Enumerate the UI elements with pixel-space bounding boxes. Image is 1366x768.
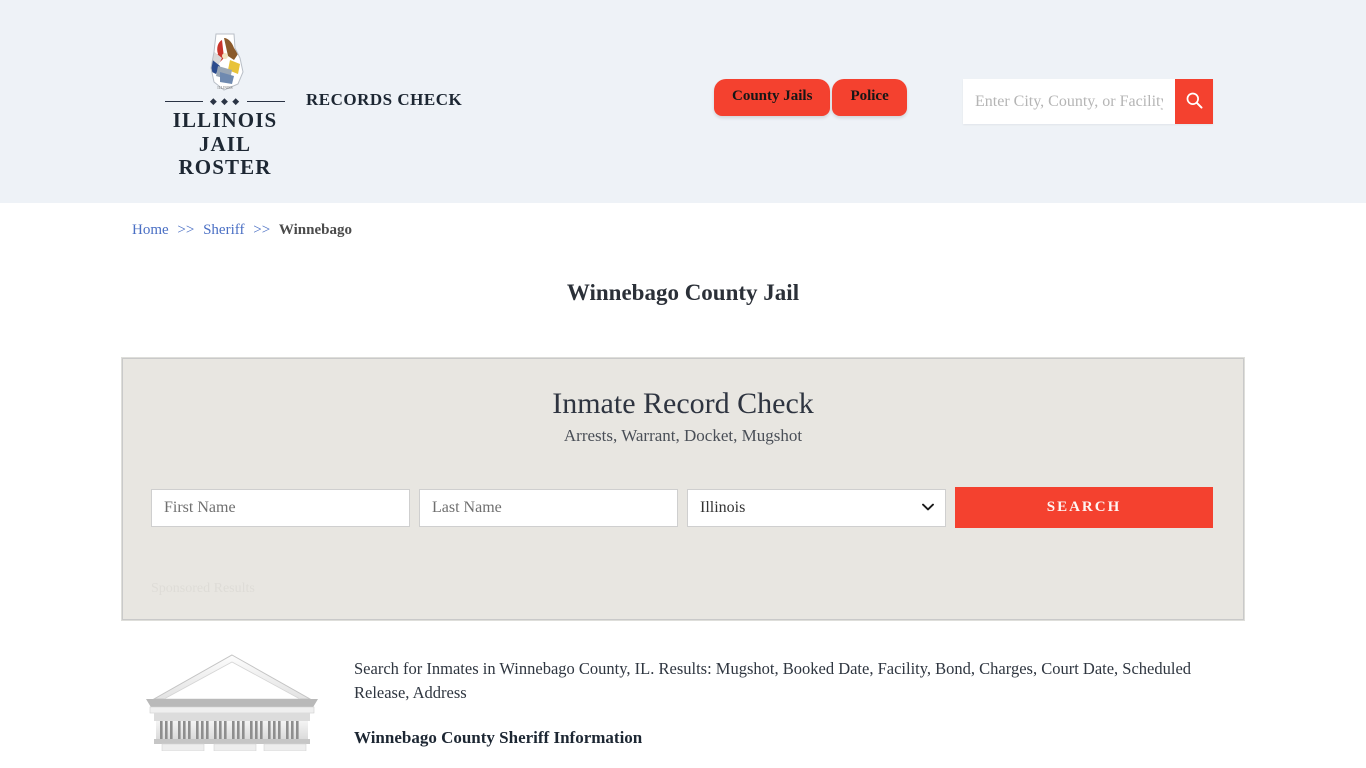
breadcrumb: Home >> Sheriff >> Winnebago bbox=[123, 203, 1243, 239]
panel-title: Inmate Record Check bbox=[552, 387, 814, 420]
last-name-input[interactable] bbox=[419, 488, 678, 527]
breadcrumb-item-sheriff[interactable]: Sheriff bbox=[203, 222, 244, 238]
logo-line-jail-roster: JAIL ROSTER bbox=[178, 131, 272, 180]
header-search-input[interactable] bbox=[963, 79, 1175, 124]
breadcrumb-item-current: Winnebago bbox=[278, 222, 352, 238]
logo-line-illinois: ILLINOIS bbox=[172, 108, 278, 132]
svg-text:ILLINOIS: ILLINOIS bbox=[217, 86, 232, 90]
courthouse-illustration bbox=[132, 649, 332, 756]
county-info-text: Search for Inmates in Winnebago County, … bbox=[354, 649, 1243, 756]
nav-tab-police[interactable]: Police bbox=[832, 79, 907, 116]
site-header: ILLINOIS ◆ ◆ ◆ ILLINOIS JAIL ROSTER RECO… bbox=[0, 0, 1366, 203]
panel-subtitle: Arrests, Warrant, Docket, Mugshot bbox=[563, 426, 803, 445]
header-tagline: RECORDS CHECK bbox=[306, 90, 463, 109]
header-inner: ILLINOIS ◆ ◆ ◆ ILLINOIS JAIL ROSTER RECO… bbox=[123, 0, 1243, 203]
state-select-wrapper: Illinois bbox=[687, 488, 946, 527]
county-description: Search for Inmates in Winnebago County, … bbox=[354, 659, 1192, 703]
logo-divider-ornament: ◆ ◆ ◆ bbox=[165, 96, 285, 106]
sheriff-info-heading: Winnebago County Sheriff Information bbox=[354, 727, 643, 747]
header-search bbox=[963, 79, 1213, 124]
inmate-search-button[interactable]: SEARCH bbox=[955, 487, 1213, 528]
header-search-button[interactable] bbox=[1175, 79, 1213, 124]
page-title: Winnebago County Jail bbox=[566, 280, 800, 305]
search-icon bbox=[1185, 91, 1204, 113]
state-select[interactable]: Illinois bbox=[687, 488, 946, 527]
inmate-search-form: Illinois SEARCH bbox=[151, 487, 1215, 528]
breadcrumb-separator: >> bbox=[177, 222, 195, 238]
inmate-record-check-panel: Inmate Record Check Arrests, Warrant, Do… bbox=[121, 357, 1245, 621]
sponsored-results-label: Sponsored Results bbox=[151, 581, 255, 596]
breadcrumb-separator: >> bbox=[253, 222, 271, 238]
county-info-section: Search for Inmates in Winnebago County, … bbox=[123, 649, 1243, 756]
header-nav: County Jails Police bbox=[714, 79, 909, 116]
site-logo[interactable]: ILLINOIS ◆ ◆ ◆ ILLINOIS JAIL ROSTER bbox=[155, 32, 295, 180]
illinois-state-outline-icon: ILLINOIS bbox=[194, 32, 256, 94]
breadcrumb-item-home[interactable]: Home bbox=[132, 222, 169, 238]
nav-tab-county-jails[interactable]: County Jails bbox=[714, 79, 831, 116]
first-name-input[interactable] bbox=[151, 488, 410, 527]
